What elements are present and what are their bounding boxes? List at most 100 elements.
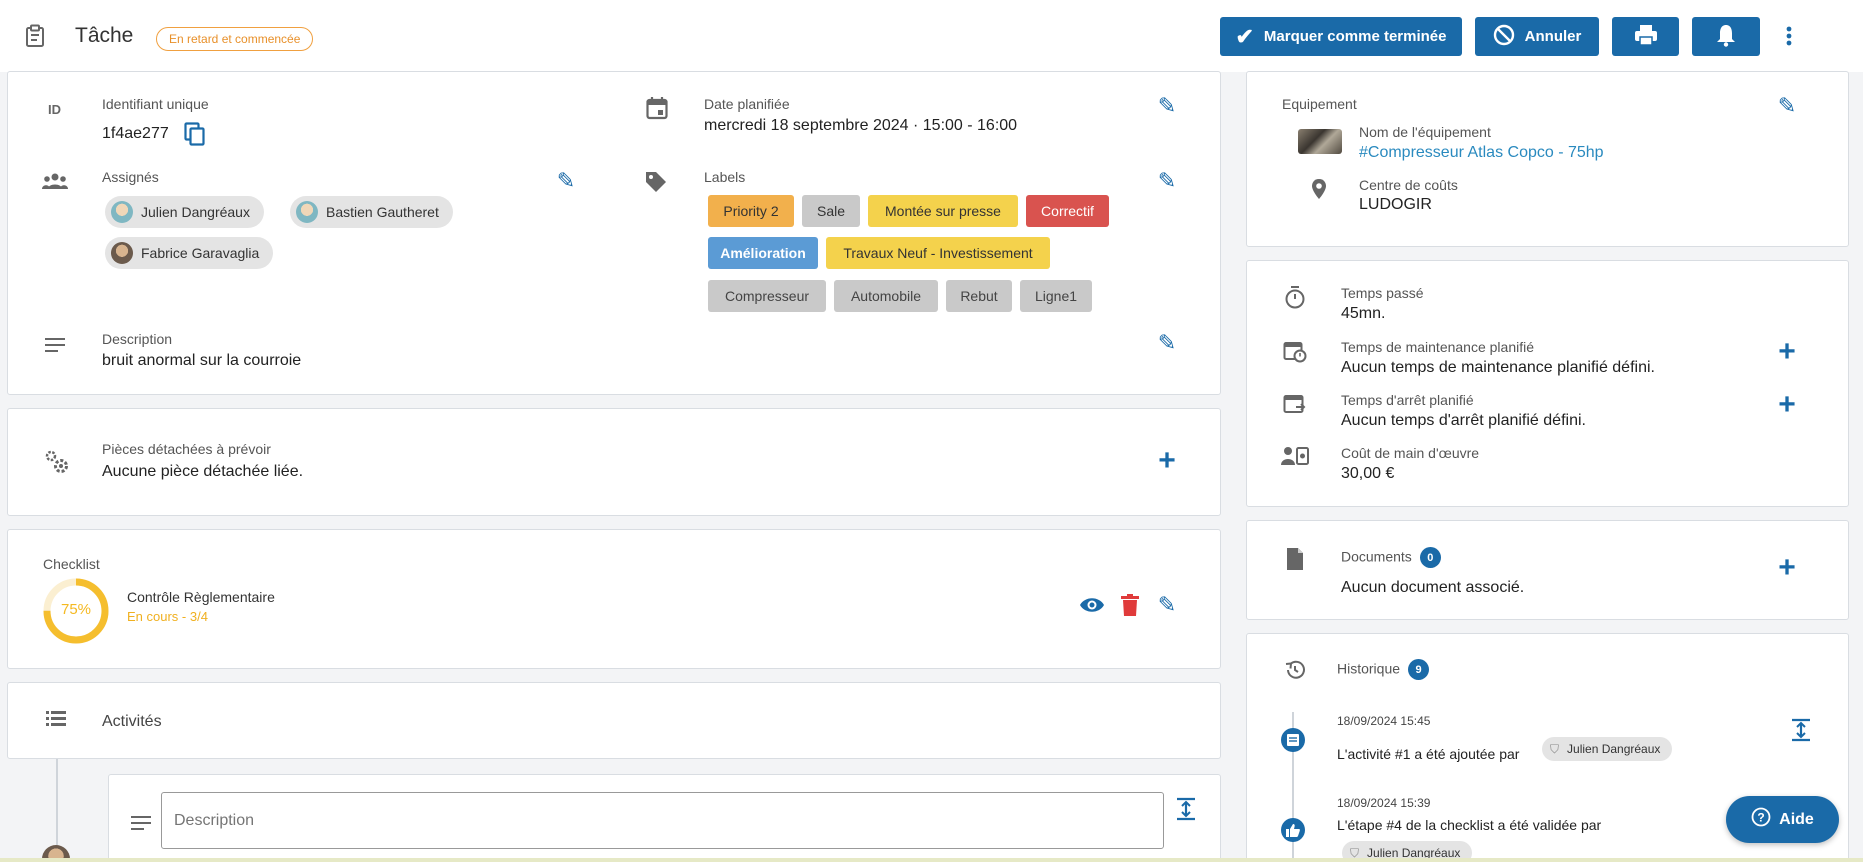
documents-value: Aucun document associé. xyxy=(1341,579,1525,596)
parts-card: Pièces détachées à prévoir Aucune pièce … xyxy=(7,408,1221,516)
more-options-icon[interactable] xyxy=(1785,24,1793,52)
cost-center-value: LUDOGIR xyxy=(1359,196,1432,213)
label-tag: Rebut xyxy=(946,280,1012,312)
header: Tâche En retard et commencée ✔ Marquer c… xyxy=(0,0,1863,72)
label-tag: Compresseur xyxy=(708,280,826,312)
delete-trash-icon[interactable] xyxy=(1121,594,1139,620)
history-user-chip[interactable]: ⛉ Julien Dangréaux xyxy=(1542,737,1673,761)
checklist-card: Checklist 75% Contrôle Règlementaire En … xyxy=(7,529,1221,669)
check-icon: ✔ xyxy=(1235,23,1254,49)
edit-assignees-pencil-icon[interactable]: ✎ xyxy=(554,169,578,193)
checklist-label: Checklist xyxy=(43,556,100,572)
id-icon: ID xyxy=(48,102,61,117)
label-tag: Ligne1 xyxy=(1020,280,1092,312)
labor-cost-value: 30,00 € xyxy=(1341,465,1395,482)
date-label: Date planifiée xyxy=(704,96,790,112)
assignee-chip[interactable]: Fabrice Garavaglia xyxy=(105,237,274,269)
assignees-label: Assignés xyxy=(102,169,159,185)
details-card: ID Identifiant unique 1f4ae277 Date plan… xyxy=(7,71,1221,395)
list-icon xyxy=(46,710,66,730)
clipboard-icon xyxy=(24,24,46,52)
uid-value: 1f4ae277 xyxy=(102,125,169,142)
description-lines-icon xyxy=(131,815,151,835)
history-date: 18/09/2024 15:45 xyxy=(1337,714,1431,728)
add-stop-time-plus-icon[interactable]: + xyxy=(1775,390,1799,420)
avatar xyxy=(111,201,133,223)
equipment-name-label: Nom de l'équipement xyxy=(1359,124,1491,140)
help-button[interactable]: ? Aide xyxy=(1726,796,1839,843)
activity-input-card xyxy=(108,774,1221,862)
history-date: 18/09/2024 15:39 xyxy=(1337,796,1431,810)
block-icon xyxy=(1493,24,1515,50)
gears-icon xyxy=(44,449,70,479)
edit-description-pencil-icon[interactable]: ✎ xyxy=(1155,331,1179,355)
assignee-chip[interactable]: Julien Dangréaux xyxy=(105,196,264,228)
history-text: L'étape #4 de la checklist a été validée… xyxy=(1337,817,1602,833)
parts-label: Pièces détachées à prévoir xyxy=(102,441,271,457)
time-spent-label: Temps passé xyxy=(1341,285,1424,301)
avatar xyxy=(296,201,318,223)
documents-card: Documents 0 Aucun document associé. + xyxy=(1246,520,1849,620)
maint-time-value: Aucun temps de maintenance planifié défi… xyxy=(1341,359,1655,376)
label-tag: Travaux Neuf - Investissement xyxy=(826,237,1050,269)
history-entry-icon xyxy=(1281,728,1305,752)
equipment-thumbnail xyxy=(1298,129,1342,154)
labor-cost-label: Coût de main d'œuvre xyxy=(1341,445,1480,461)
location-pin-icon xyxy=(1311,178,1327,204)
cost-center-label: Centre de coûts xyxy=(1359,177,1458,193)
times-card: Temps passé 45mn. Temps de maintenance p… xyxy=(1246,260,1849,507)
activity-description-input[interactable] xyxy=(161,792,1164,849)
equipment-label: Equipement xyxy=(1282,96,1357,112)
equipment-name-link[interactable]: #Compresseur Atlas Copco - 75hp xyxy=(1359,144,1604,162)
checklist-name: Contrôle Règlementaire xyxy=(127,589,275,605)
activities-card: Activités xyxy=(7,682,1221,759)
documents-count-badge: 0 xyxy=(1419,547,1441,568)
label-tag-icon xyxy=(644,170,668,198)
bottom-strip xyxy=(0,858,1863,862)
add-maint-time-plus-icon[interactable]: + xyxy=(1775,337,1799,367)
print-button[interactable] xyxy=(1612,17,1679,56)
labels-label: Labels xyxy=(704,169,746,185)
mark-done-button[interactable]: ✔ Marquer comme terminée xyxy=(1220,17,1462,56)
history-entry-icon xyxy=(1281,818,1305,842)
page-title: Tâche xyxy=(75,24,134,47)
label-tag: Montée sur presse xyxy=(868,195,1018,227)
label-tag: Correctif xyxy=(1026,195,1109,227)
activities-label: Activités xyxy=(102,713,162,730)
copy-icon[interactable] xyxy=(184,122,206,150)
expand-vertical-icon[interactable] xyxy=(1177,797,1195,825)
notify-button[interactable] xyxy=(1692,17,1760,56)
edit-date-pencil-icon[interactable]: ✎ xyxy=(1155,94,1179,118)
documents-title: Documents 0 xyxy=(1341,547,1441,568)
activity-timeline-line xyxy=(56,759,58,849)
description-label: Description xyxy=(102,331,173,347)
edit-labels-pencil-icon[interactable]: ✎ xyxy=(1155,169,1179,193)
assignee-chip[interactable]: Bastien Gautheret xyxy=(290,196,453,228)
description-value: bruit anormal sur la courroie xyxy=(102,352,302,369)
printer-icon xyxy=(1634,24,1658,50)
history-icon xyxy=(1284,659,1306,685)
history-count-badge: 9 xyxy=(1408,659,1430,680)
cancel-button[interactable]: Annuler xyxy=(1475,17,1599,56)
edit-checklist-pencil-icon[interactable]: ✎ xyxy=(1155,593,1179,617)
calendar-arrow-icon xyxy=(1283,392,1307,420)
stop-time-label: Temps d'arrêt planifié xyxy=(1341,392,1474,408)
equipment-card: Equipement ✎ Nom de l'équipement #Compre… xyxy=(1246,71,1849,247)
history-label: Historique xyxy=(1337,660,1401,677)
add-document-plus-icon[interactable]: + xyxy=(1775,553,1799,583)
maint-time-label: Temps de maintenance planifié xyxy=(1341,339,1535,355)
view-eye-icon[interactable] xyxy=(1079,596,1105,618)
bell-icon xyxy=(1716,23,1736,51)
uid-label: Identifiant unique xyxy=(102,96,209,112)
history-expand-icon[interactable] xyxy=(1792,718,1810,746)
group-icon xyxy=(42,172,68,194)
label-tag: Priority 2 xyxy=(708,195,794,227)
calendar-icon xyxy=(646,96,668,124)
add-part-plus-icon[interactable]: + xyxy=(1155,446,1179,476)
avatar xyxy=(111,242,133,264)
documents-label: Documents xyxy=(1341,548,1412,565)
edit-equipment-pencil-icon[interactable]: ✎ xyxy=(1775,94,1799,118)
status-badge: En retard et commencée xyxy=(156,27,314,51)
stop-time-value: Aucun temps d'arrêt planifié défini. xyxy=(1341,412,1586,429)
user-icon: ⛉ xyxy=(1550,741,1560,756)
